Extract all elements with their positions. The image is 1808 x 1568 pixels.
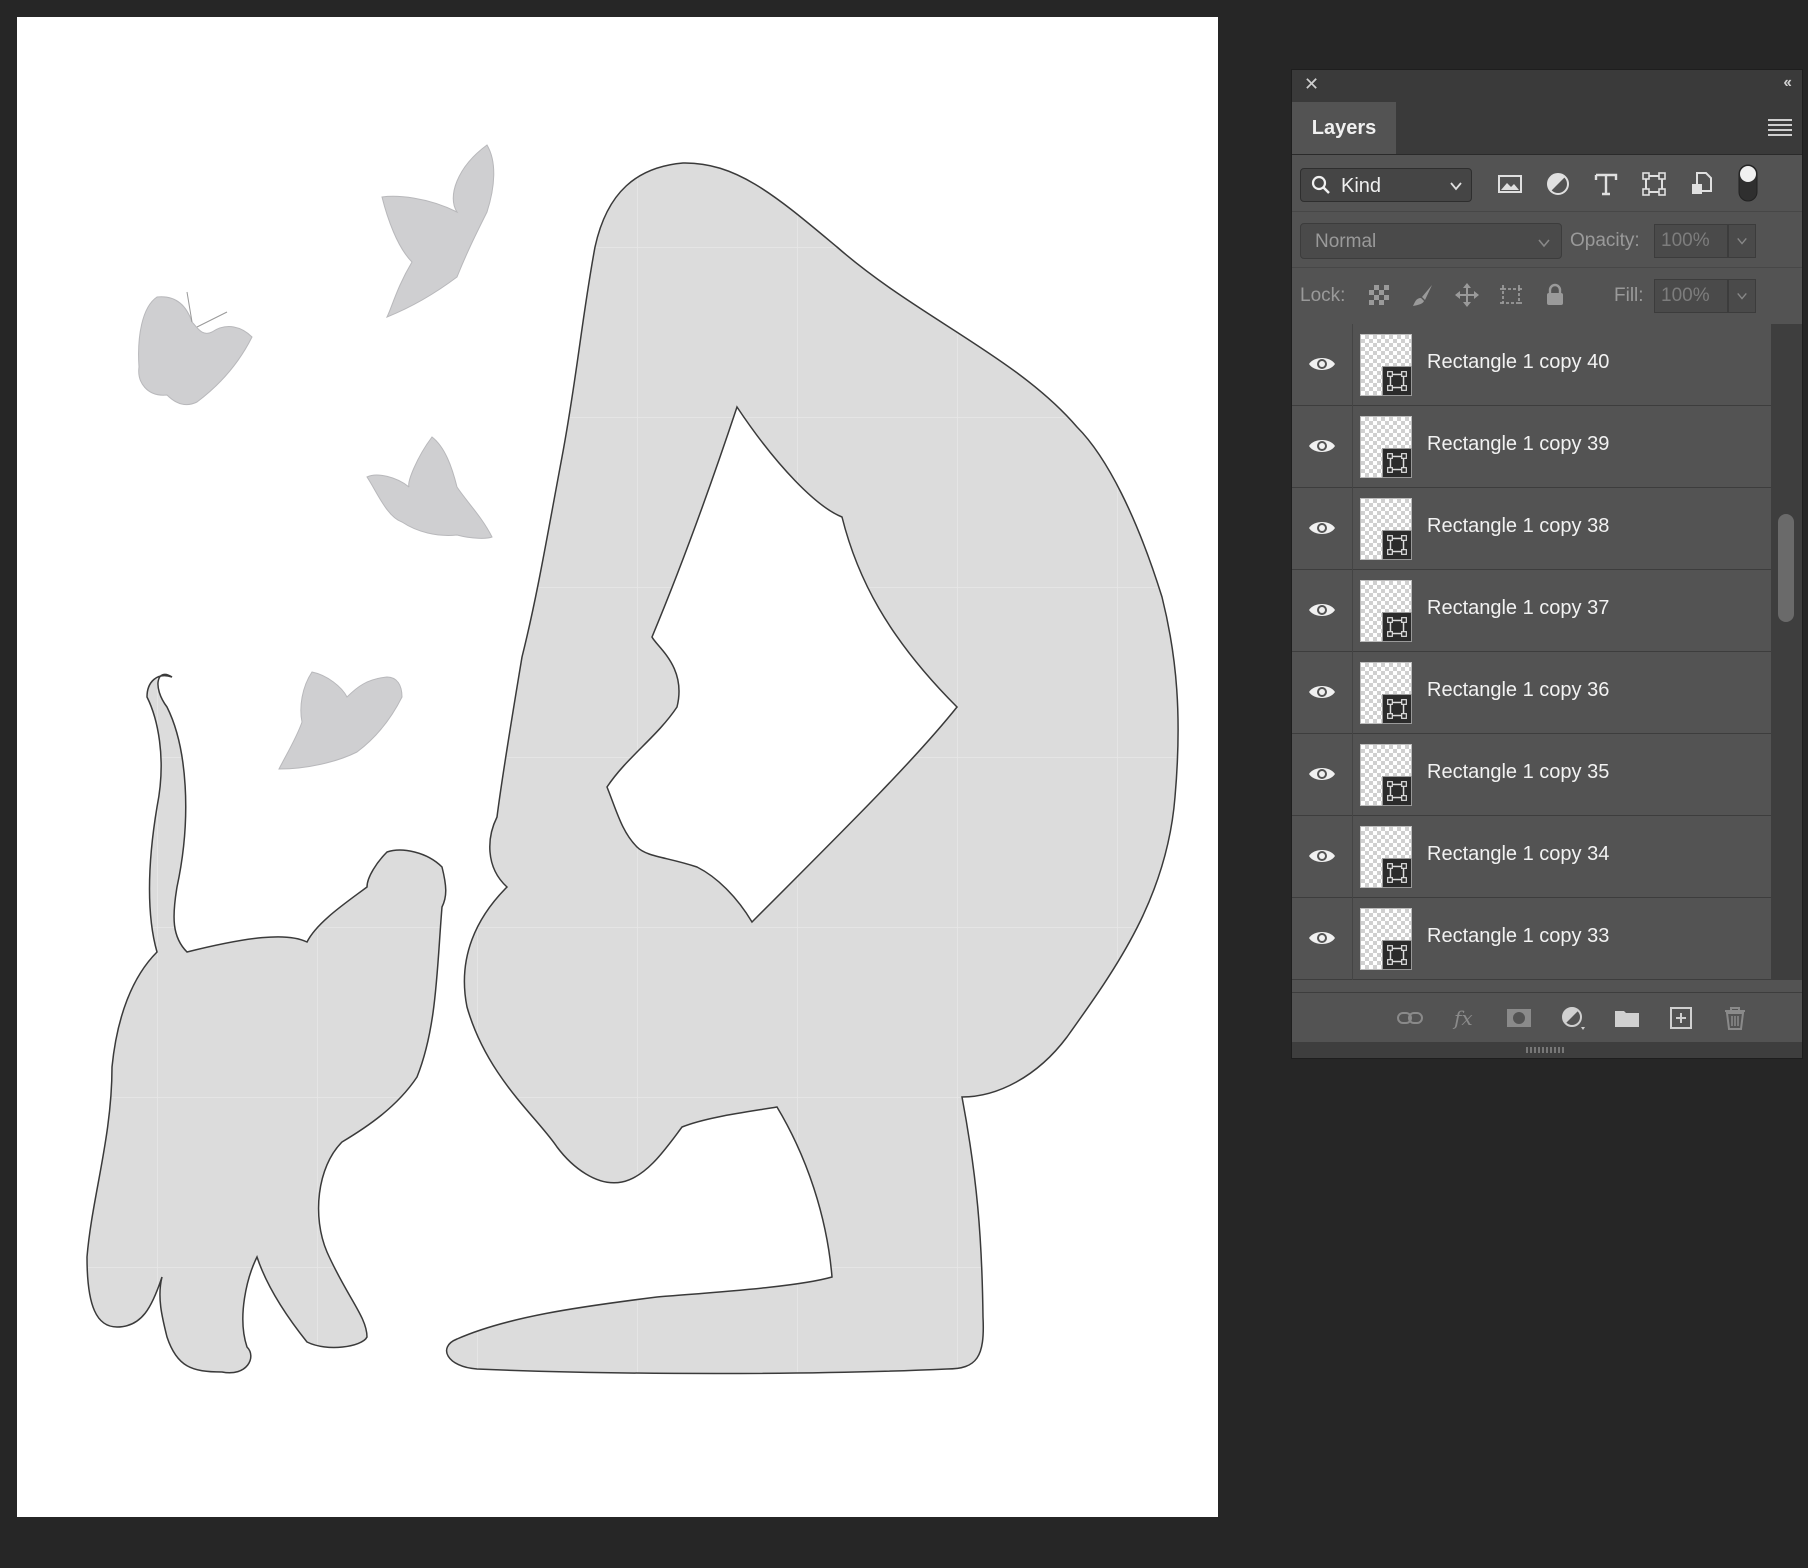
new-adjustment-icon[interactable] [1559,1005,1587,1031]
close-panel-icon[interactable]: ✕ [1304,74,1319,95]
layer-row[interactable]: Rectangle 1 copy 36 [1292,652,1771,734]
blend-row: Normal Opacity: 100% [1292,211,1802,268]
layer-list-scrollbar[interactable] [1771,324,1802,980]
kind-filter-select[interactable]: Kind [1300,168,1472,202]
eye-icon[interactable] [1308,682,1336,702]
layer-name[interactable]: Rectangle 1 copy 34 [1427,843,1609,866]
filter-row: Kind [1292,155,1802,211]
lock-position-icon[interactable] [1454,282,1480,308]
layer-row[interactable]: Rectangle 1 copy 40 [1292,324,1771,406]
type-filter-icon[interactable] [1593,171,1619,197]
collapse-panel-icon[interactable]: ‹‹ [1783,74,1792,92]
shape-layer-icon [1382,940,1412,970]
image-filter-icon[interactable] [1497,171,1523,197]
butterfly-4 [278,671,403,770]
fill-label: Fill: [1614,285,1644,306]
shape-layer-icon [1382,776,1412,806]
shape-layer-icon [1382,858,1412,888]
filter-toggle-icon[interactable] [1737,163,1759,203]
adjustment-filter-icon[interactable] [1545,171,1571,197]
new-layer-icon[interactable] [1667,1005,1695,1031]
panel-resize-grip[interactable] [1292,1042,1802,1058]
chevron-down-icon [1737,237,1747,245]
search-icon [1311,175,1330,194]
lock-label: Lock: [1300,285,1346,306]
chevron-down-icon [1737,292,1747,300]
woman-silhouette [445,162,1179,1375]
shape-layer-icon [1382,366,1412,396]
scrollbar-thumb[interactable] [1778,514,1794,622]
add-mask-icon[interactable] [1505,1005,1533,1031]
opacity-dropdown[interactable] [1728,224,1756,258]
layer-name[interactable]: Rectangle 1 copy 36 [1427,679,1609,702]
eye-icon[interactable] [1308,518,1336,538]
layer-list[interactable]: Rectangle 1 copy 40 Rectangle 1 copy 39 … [1292,324,1771,980]
layer-row[interactable]: Rectangle 1 copy 33 [1292,898,1771,980]
shape-layer-icon [1382,694,1412,724]
layer-name[interactable]: Rectangle 1 copy 40 [1427,351,1609,374]
layer-name[interactable]: Rectangle 1 copy 39 [1427,433,1609,456]
layer-row[interactable]: Rectangle 1 copy 34 [1292,816,1771,898]
lock-artboard-icon[interactable] [1498,282,1524,308]
layer-name[interactable]: Rectangle 1 copy 38 [1427,515,1609,538]
layer-name[interactable]: Rectangle 1 copy 35 [1427,761,1609,784]
panel-titlebar: ✕ ‹‹ [1292,70,1802,102]
blend-mode-select[interactable]: Normal [1300,223,1562,259]
panel-bottom-bar: fx [1292,992,1802,1043]
opacity-label: Opacity: [1570,230,1640,251]
shape-layer-icon [1382,612,1412,642]
layer-row[interactable]: Rectangle 1 copy 35 [1292,734,1771,816]
panel-menu-icon[interactable] [1768,116,1792,136]
smart-object-filter-icon[interactable] [1689,171,1715,197]
lock-pixels-icon[interactable] [1410,282,1436,308]
link-layers-icon[interactable] [1396,1005,1424,1031]
artwork [86,144,1179,1375]
blend-mode-label: Normal [1315,231,1377,252]
tab-layers[interactable]: Layers [1292,102,1396,154]
layer-row[interactable]: Rectangle 1 copy 39 [1292,406,1771,488]
shape-layer-icon [1382,448,1412,478]
layers-panel: ✕ ‹‹ Layers Kind Normal Opacity: 100% Lo… [1291,69,1803,1059]
opacity-field[interactable]: 100% [1654,224,1728,258]
eye-icon[interactable] [1308,436,1336,456]
fill-dropdown[interactable] [1728,279,1756,313]
layer-name[interactable]: Rectangle 1 copy 37 [1427,597,1609,620]
lock-all-icon[interactable] [1542,282,1568,308]
panel-tab-row: Layers [1292,102,1802,155]
butterfly-3 [366,436,493,539]
eye-icon[interactable] [1308,928,1336,948]
kind-filter-label: Kind [1341,175,1382,197]
eye-icon[interactable] [1308,354,1336,374]
cat-silhouette [86,673,447,1374]
shape-filter-icon[interactable] [1641,171,1667,197]
lock-transparency-icon[interactable] [1366,282,1392,308]
fill-field[interactable]: 100% [1654,279,1728,313]
chevron-down-icon [1538,239,1550,248]
new-group-icon[interactable] [1613,1005,1641,1031]
layer-row[interactable]: Rectangle 1 copy 37 [1292,570,1771,652]
butterfly-2 [138,291,253,406]
lock-row: Lock: Fill: 100% [1292,267,1802,325]
butterfly-1 [381,144,495,318]
chevron-down-icon [1450,182,1462,191]
svg-text:fx: fx [1452,1006,1473,1030]
fx-icon[interactable]: fx [1452,1005,1480,1031]
eye-icon[interactable] [1308,764,1336,784]
eye-icon[interactable] [1308,600,1336,620]
document-canvas[interactable] [17,17,1218,1517]
layer-name[interactable]: Rectangle 1 copy 33 [1427,925,1609,948]
delete-layer-icon[interactable] [1721,1005,1749,1031]
shape-layer-icon [1382,530,1412,560]
layer-row[interactable]: Rectangle 1 copy 38 [1292,488,1771,570]
eye-icon[interactable] [1308,846,1336,866]
